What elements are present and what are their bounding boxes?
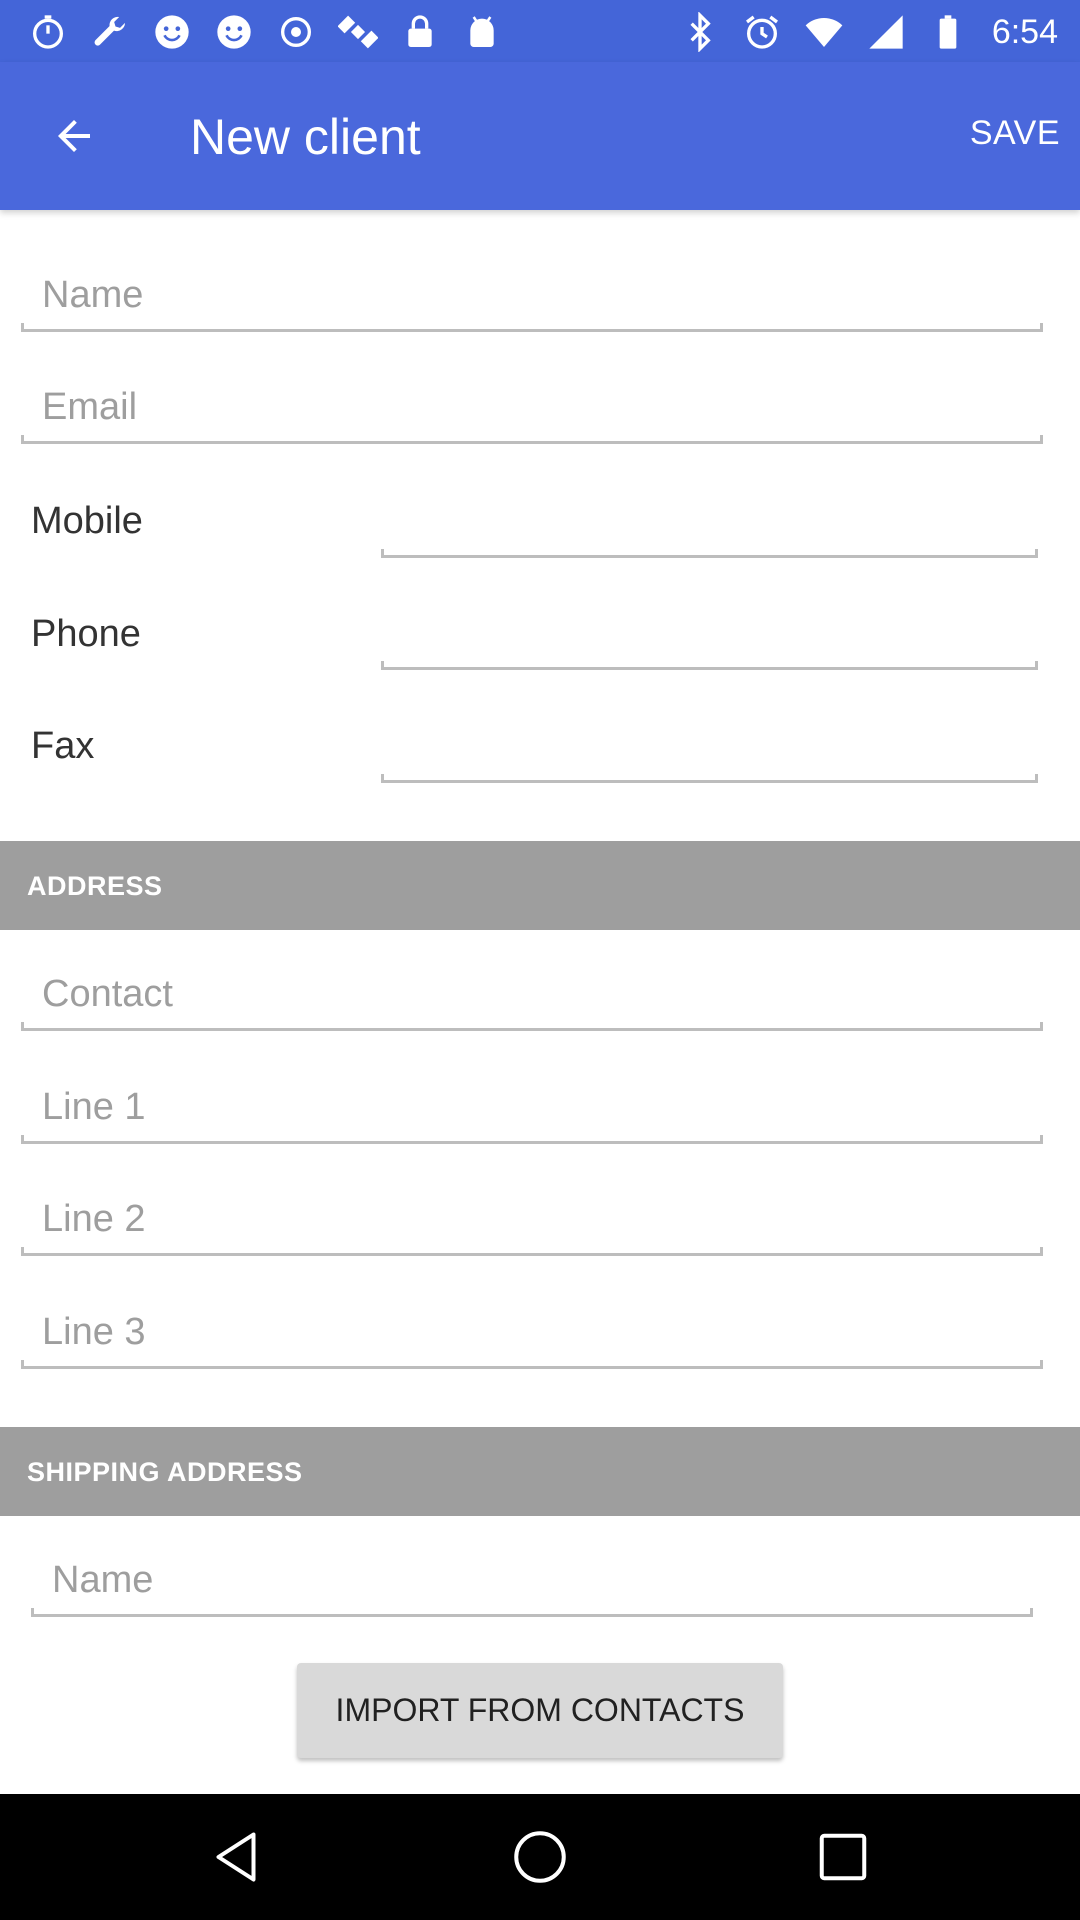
mobile-field[interactable] <box>381 486 1038 558</box>
signal-icon <box>864 10 908 54</box>
satellite-icon <box>336 10 380 54</box>
line1-field[interactable]: Line 1 <box>21 1074 1043 1144</box>
nav-recents-button[interactable] <box>810 1824 876 1890</box>
circle-home-icon <box>514 1831 566 1883</box>
fax-underline <box>381 774 1038 783</box>
shipping-section-header: SHIPPING ADDRESS <box>0 1427 1080 1516</box>
shipping-name-placeholder: Name <box>52 1559 154 1601</box>
name-field[interactable]: Name <box>21 262 1043 332</box>
back-button[interactable] <box>42 104 106 168</box>
wrench-icon <box>88 10 132 54</box>
system-nav-bar <box>0 1794 1080 1920</box>
name-underline <box>21 323 1043 332</box>
android-icon <box>460 10 504 54</box>
square-recents-icon <box>819 1833 867 1881</box>
phone-field[interactable] <box>381 598 1038 670</box>
import-button-label: IMPORT FROM CONTACTS <box>335 1692 745 1728</box>
email-field[interactable]: Email <box>21 374 1043 444</box>
phone-label: Phone <box>31 613 141 655</box>
mobile-label: Mobile <box>31 500 143 542</box>
status-bar: 6:54 <box>0 0 1080 62</box>
bluetooth-icon <box>678 10 722 54</box>
record-icon <box>274 10 318 54</box>
lock-icon <box>398 10 442 54</box>
arrow-back-icon <box>58 120 90 152</box>
system-status-icons: 6:54 <box>678 10 1058 54</box>
contact-placeholder: Contact <box>42 973 173 1015</box>
fax-label: Fax <box>31 725 95 767</box>
line1-underline <box>21 1135 1043 1144</box>
battery-icon <box>926 10 970 54</box>
contact-field[interactable]: Contact <box>21 961 1043 1031</box>
line2-underline <box>21 1247 1043 1256</box>
phone-underline <box>381 661 1038 670</box>
email-placeholder: Email <box>42 386 138 428</box>
shipping-section-title: SHIPPING ADDRESS <box>27 1457 303 1487</box>
line2-field[interactable]: Line 2 <box>21 1186 1043 1256</box>
mobile-underline <box>381 549 1038 558</box>
triangle-back-icon <box>216 1832 256 1882</box>
fax-field[interactable] <box>381 711 1038 783</box>
address-section-header: ADDRESS <box>0 841 1080 930</box>
nav-back-button[interactable] <box>203 1824 269 1890</box>
shipping-name-underline <box>31 1608 1033 1617</box>
notification-icons <box>26 10 504 54</box>
alarm-icon <box>740 10 784 54</box>
nav-home-button[interactable] <box>507 1824 573 1890</box>
save-button[interactable]: SAVE <box>970 114 1060 153</box>
contact-underline <box>21 1022 1043 1031</box>
smiley-icon <box>212 10 256 54</box>
shipping-name-field[interactable]: Name <box>31 1547 1033 1617</box>
line1-placeholder: Line 1 <box>42 1086 146 1128</box>
status-time: 6:54 <box>991 12 1058 51</box>
address-section-title: ADDRESS <box>27 871 163 901</box>
app-bar: New client SAVE <box>0 62 1080 210</box>
name-placeholder: Name <box>42 274 144 316</box>
smiley-icon <box>150 10 194 54</box>
wifi-icon <box>802 10 846 54</box>
email-underline <box>21 435 1043 444</box>
page-title: New client <box>190 109 421 165</box>
timer-icon <box>26 10 70 54</box>
import-from-contacts-button[interactable]: IMPORT FROM CONTACTS <box>297 1663 783 1758</box>
line2-placeholder: Line 2 <box>42 1198 146 1240</box>
line3-placeholder: Line 3 <box>42 1311 146 1353</box>
line3-field[interactable]: Line 3 <box>21 1299 1043 1369</box>
line3-underline <box>21 1360 1043 1369</box>
